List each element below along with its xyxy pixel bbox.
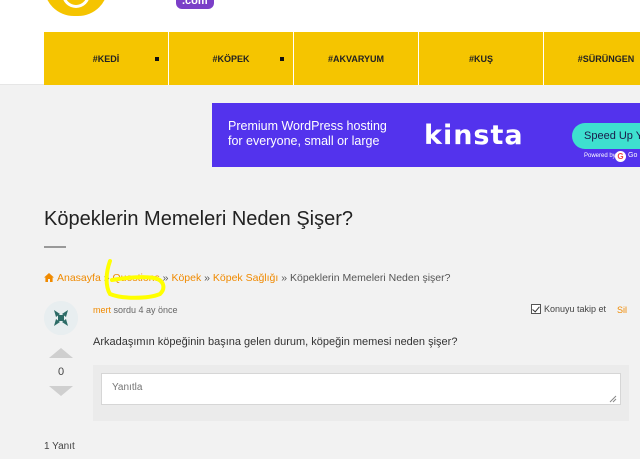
breadcrumb-home-label: Anasayfa <box>57 272 101 284</box>
main-nav: #KEDİ #KÖPEK #AKVARYUM #KUŞ #SÜRÜNGEN <box>44 32 640 85</box>
nav-item-akvaryum[interactable]: #AKVARYUM <box>294 32 419 85</box>
avatar[interactable] <box>44 301 78 335</box>
breadcrumb-kopek[interactable]: Köpek <box>171 272 201 284</box>
ad-powered-brand: Go <box>628 152 638 159</box>
site-logo[interactable] <box>44 0 108 16</box>
breadcrumb-separator: » <box>204 272 210 284</box>
home-icon <box>44 273 54 282</box>
reply-input[interactable] <box>101 373 621 405</box>
resize-handle-icon[interactable] <box>609 395 617 403</box>
ad-line-2: for everyone, small or large <box>228 134 380 148</box>
downvote-icon[interactable] <box>49 386 73 396</box>
breadcrumb: Anasayfa » Questions » Köpek » Köpek Sağ… <box>44 272 450 284</box>
ad-brand-logo: kinsta <box>424 120 524 151</box>
answers-count: 1 Yanıt <box>44 441 75 452</box>
breadcrumb-separator: » <box>281 272 288 284</box>
checkbox-icon[interactable] <box>531 304 541 314</box>
reply-box <box>93 365 629 421</box>
nav-item-kopek[interactable]: #KÖPEK <box>169 32 294 85</box>
site-header: .com #KEDİ #KÖPEK #AKVARYUM #KUŞ #SÜRÜNG… <box>0 0 640 85</box>
breadcrumb-kopek-sagligi[interactable]: Köpek Sağlığı <box>213 272 278 284</box>
breadcrumb-home[interactable]: Anasayfa <box>44 272 101 284</box>
nav-item-label: #SÜRÜNGEN <box>577 53 635 64</box>
vote-count: 0 <box>57 366 65 378</box>
breadcrumb-current: Köpeklerin Memeleri Neden şişer? <box>289 272 451 284</box>
nav-item-label: #AKVARYUM <box>327 53 384 64</box>
breadcrumb-separator: » <box>162 272 169 284</box>
avatar-pattern-icon <box>44 301 78 335</box>
breadcrumb-questions[interactable]: Questions <box>112 272 159 284</box>
ad-banner[interactable]: Premium WordPress hosting for everyone, … <box>212 103 640 167</box>
nav-item-label: #KÖPEK <box>212 53 250 64</box>
logo-com-badge: .com <box>176 0 214 9</box>
ad-text: Premium WordPress hosting for everyone, … <box>228 119 387 149</box>
nav-item-kedi[interactable]: #KEDİ <box>44 32 169 85</box>
follow-topic[interactable]: Konuyu takip et <box>531 304 606 314</box>
ad-powered-by: Powered by <box>584 153 616 159</box>
ad-cta-button[interactable]: Speed Up Y <box>572 123 640 149</box>
nav-item-kus[interactable]: #KUŞ <box>419 32 544 85</box>
nav-item-label: #KUŞ <box>468 53 493 64</box>
ad-line-1: Premium WordPress hosting <box>228 119 387 133</box>
dropdown-indicator-icon <box>280 57 284 61</box>
delete-link[interactable]: Sil <box>617 305 627 315</box>
author-link[interactable]: mert <box>93 305 111 315</box>
nav-item-label: #KEDİ <box>92 53 120 64</box>
upvote-icon[interactable] <box>49 348 73 358</box>
breadcrumb-separator: » <box>103 272 110 284</box>
page-title: Köpeklerin Memeleri Neden Şişer? <box>44 208 354 230</box>
title-divider <box>44 246 66 248</box>
question-body: Arkadaşımın köpeğinin başına gelen durum… <box>93 336 458 348</box>
dropdown-indicator-icon <box>155 57 159 61</box>
question-meta: mert sordu 4 ay önce <box>93 305 178 315</box>
google-icon: G <box>615 151 626 162</box>
asked-time: sordu 4 ay önce <box>113 305 178 315</box>
follow-label: Konuyu takip et <box>544 304 607 314</box>
nav-item-surungen[interactable]: #SÜRÜNGEN <box>544 32 640 85</box>
